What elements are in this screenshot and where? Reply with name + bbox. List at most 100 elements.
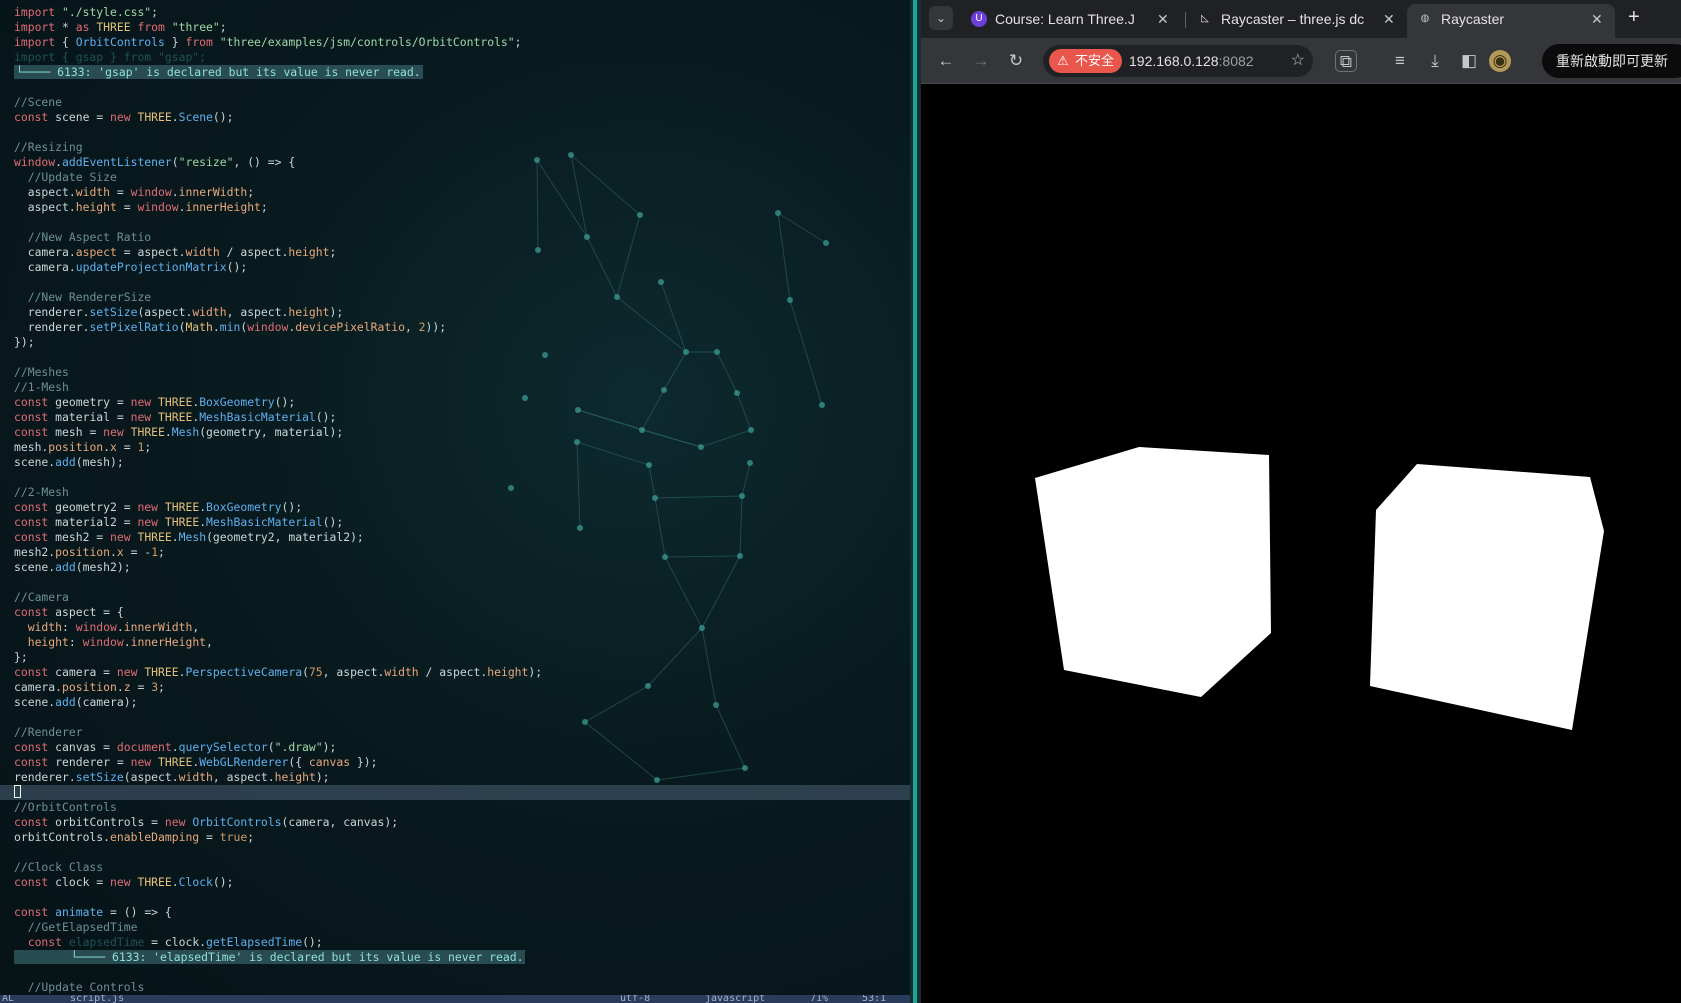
code-line[interactable]: //Update Controls — [0, 980, 910, 995]
code-line[interactable]: scene.add(camera); — [0, 695, 910, 710]
code-line[interactable]: const mesh2 = new THREE.Mesh(geometry2, … — [0, 530, 910, 545]
status-encoding: utf-8 — [620, 995, 651, 1003]
address-bar[interactable]: ⚠ 不安全 192.168.0.128:8082 ☆ — [1043, 45, 1313, 77]
code-line[interactable]: //Update Size — [0, 170, 910, 185]
code-line[interactable]: const material = new THREE.MeshBasicMate… — [0, 410, 910, 425]
code-line[interactable]: import * as THREE from "three"; — [0, 20, 910, 35]
code-line[interactable] — [0, 785, 910, 800]
code-line[interactable]: renderer.setSize(aspect.width, aspect.he… — [0, 770, 910, 785]
code-line[interactable] — [0, 215, 910, 230]
code-line[interactable]: const camera = new THREE.PerspectiveCame… — [0, 665, 910, 680]
code-line[interactable] — [0, 710, 910, 725]
code-line[interactable]: const geometry2 = new THREE.BoxGeometry(… — [0, 500, 910, 515]
code-line[interactable]: const animate = () => { — [0, 905, 910, 920]
code-line[interactable] — [0, 125, 910, 140]
code-line[interactable]: //2-Mesh — [0, 485, 910, 500]
bookmark-star-icon[interactable]: ☆ — [1291, 50, 1305, 70]
reload-icon[interactable]: ↻ — [1005, 50, 1027, 72]
tab-search-button[interactable]: ⌄ — [929, 6, 953, 30]
code-line[interactable]: renderer.setPixelRatio(Math.min(window.d… — [0, 320, 910, 335]
browser-toolbar: ← → ↻ ⚠ 不安全 192.168.0.128:8082 ☆ ⧉ ≡ ⤓ ◧… — [921, 38, 1681, 84]
code-line[interactable] — [0, 890, 910, 905]
code-line[interactable] — [0, 470, 910, 485]
close-icon[interactable]: ✕ — [1157, 4, 1169, 34]
code-line[interactable]: camera.aspect = aspect.width / aspect.he… — [0, 245, 910, 260]
cube-left — [1035, 447, 1271, 697]
code-line[interactable]: scene.add(mesh); — [0, 455, 910, 470]
code-line[interactable]: }; — [0, 650, 910, 665]
code-line[interactable]: orbitControls.enableDamping = true; — [0, 830, 910, 845]
code-line[interactable]: //Camera — [0, 590, 910, 605]
side-panel-icon[interactable]: ◧ — [1458, 50, 1480, 72]
code-line[interactable]: }); — [0, 335, 910, 350]
code-line[interactable]: //Scene — [0, 95, 910, 110]
code-line[interactable]: scene.add(mesh2); — [0, 560, 910, 575]
code-line[interactable]: //Resizing — [0, 140, 910, 155]
code-editor-pane[interactable]: import "./style.css"; import * as THREE f… — [0, 0, 910, 1003]
code-line[interactable]: const canvas = document.querySelector(".… — [0, 740, 910, 755]
code-buffer[interactable]: import "./style.css"; import * as THREE f… — [0, 5, 910, 995]
code-line[interactable]: //GetElapsedTime — [0, 920, 910, 935]
back-icon[interactable]: ← — [935, 50, 957, 72]
code-line[interactable]: //Meshes — [0, 365, 910, 380]
code-line[interactable]: └──── 6133: 'gsap' is declared but its v… — [0, 65, 910, 80]
status-file: script.js — [70, 995, 125, 1003]
code-line[interactable]: const elapsedTime = clock.getElapsedTime… — [0, 935, 910, 950]
code-line[interactable]: height: window.innerHeight, — [0, 635, 910, 650]
new-tab-button[interactable]: + — [1628, 6, 1640, 29]
code-line[interactable]: mesh2.position.x = -1; — [0, 545, 910, 560]
code-line[interactable] — [0, 965, 910, 980]
code-line[interactable]: └──── 6133: 'elapsedTime' is declared bu… — [0, 950, 910, 965]
status-percent: 71% — [810, 995, 829, 1003]
download-icon[interactable]: ⤓ — [1424, 50, 1446, 72]
profile-avatar[interactable]: ◉ — [1489, 50, 1511, 72]
forward-icon[interactable]: → — [970, 50, 992, 72]
media-control-icon[interactable]: ≡ — [1389, 50, 1411, 72]
url-port: :8082 — [1218, 53, 1254, 69]
code-line[interactable]: renderer.setSize(aspect.width, aspect.he… — [0, 305, 910, 320]
code-line[interactable] — [0, 80, 910, 95]
code-line[interactable]: const aspect = { — [0, 605, 910, 620]
code-line[interactable]: //New RendererSize — [0, 290, 910, 305]
code-line[interactable]: const scene = new THREE.Scene(); — [0, 110, 910, 125]
close-icon[interactable]: ✕ — [1591, 4, 1603, 34]
tab-raycaster-docs[interactable]: ◺ Raycaster – three.js dc ✕ — [1187, 4, 1407, 34]
code-line[interactable]: const geometry = new THREE.BoxGeometry()… — [0, 395, 910, 410]
code-line[interactable]: //New Aspect Ratio — [0, 230, 910, 245]
status-position: 53:1 — [862, 995, 887, 1003]
tab-course[interactable]: U Course: Learn Three.J ✕ — [961, 4, 1181, 34]
code-line[interactable]: import { gsap } from "gsap"; — [0, 50, 910, 65]
code-line[interactable]: aspect.height = window.innerHeight; — [0, 200, 910, 215]
code-line[interactable]: camera.updateProjectionMatrix(); — [0, 260, 910, 275]
tab-raycaster[interactable]: ◍ Raycaster ✕ — [1407, 4, 1615, 38]
code-line[interactable]: width: window.innerWidth, — [0, 620, 910, 635]
code-line[interactable] — [0, 845, 910, 860]
pane-divider[interactable] — [910, 0, 921, 1003]
code-line[interactable]: //1-Mesh — [0, 380, 910, 395]
code-line[interactable]: import { OrbitControls } from "three/exa… — [0, 35, 910, 50]
code-line[interactable]: //Clock Class — [0, 860, 910, 875]
webgl-canvas[interactable] — [921, 85, 1681, 1003]
update-button[interactable]: 重新啟動即可更新 — [1542, 44, 1681, 78]
code-line[interactable] — [0, 575, 910, 590]
security-chip[interactable]: ⚠ 不安全 — [1049, 49, 1123, 73]
code-line[interactable]: const renderer = new THREE.WebGLRenderer… — [0, 755, 910, 770]
code-line[interactable]: const mesh = new THREE.Mesh(geometry, ma… — [0, 425, 910, 440]
code-line[interactable]: import "./style.css"; — [0, 5, 910, 20]
code-line[interactable]: mesh.position.x = 1; — [0, 440, 910, 455]
close-icon[interactable]: ✕ — [1383, 4, 1395, 34]
code-line[interactable]: aspect.width = window.innerWidth; — [0, 185, 910, 200]
url-text[interactable]: 192.168.0.128:8082 — [1129, 45, 1254, 77]
webgl-viewport[interactable] — [921, 85, 1681, 1003]
cube-right — [1370, 464, 1604, 730]
code-line[interactable]: const clock = new THREE.Clock(); — [0, 875, 910, 890]
extensions-icon[interactable]: ⧉ — [1335, 50, 1357, 72]
code-line[interactable] — [0, 275, 910, 290]
code-line[interactable] — [0, 350, 910, 365]
code-line[interactable]: window.addEventListener("resize", () => … — [0, 155, 910, 170]
code-line[interactable]: const material2 = new THREE.MeshBasicMat… — [0, 515, 910, 530]
code-line[interactable]: //Renderer — [0, 725, 910, 740]
code-line[interactable]: camera.position.z = 3; — [0, 680, 910, 695]
code-line[interactable]: //OrbitControls — [0, 800, 910, 815]
code-line[interactable]: const orbitControls = new OrbitControls(… — [0, 815, 910, 830]
